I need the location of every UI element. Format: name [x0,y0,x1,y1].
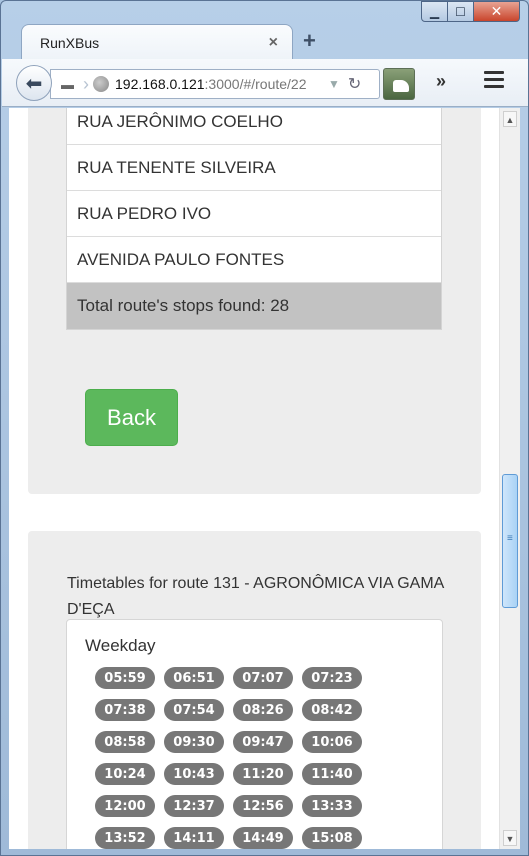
time-badge: 08:42 [302,699,362,721]
time-badge: 07:23 [302,667,362,689]
time-badge: 07:54 [164,699,224,721]
time-badge: 11:20 [233,763,293,785]
extension-icon[interactable] [383,68,415,100]
overflow-chevron-icon[interactable]: » [436,71,446,92]
time-badge: 13:52 [95,827,155,849]
back-page-button[interactable]: Back [85,389,178,446]
url-dropdown-icon[interactable]: ▼ [328,77,340,91]
globe-icon [93,76,109,92]
page-viewport: RUA JERÔNIMO COELHO RUA TENENTE SILVEIRA… [9,108,499,849]
time-badge: 10:06 [302,731,362,753]
maximize-button[interactable]: ☐ [448,1,474,22]
time-badge: 10:24 [95,763,155,785]
timetable-box: Weekday 05:59 06:51 07:07 07:23 07:38 07:54 08… [66,619,443,849]
stops-list: RUA JERÔNIMO COELHO RUA TENENTE SILVEIRA… [66,108,442,330]
url-text[interactable]: 192.168.0.121:3000/#/route/22 [115,76,320,92]
close-window-button[interactable]: ✕ [474,1,520,22]
vertical-scrollbar[interactable]: ▲ ▼ [499,108,520,849]
time-badge: 14:49 [233,827,293,849]
time-badge: 09:30 [164,731,224,753]
time-badge: 05:59 [95,667,155,689]
time-badge: 07:38 [95,699,155,721]
minimize-button[interactable]: ▁ [421,1,448,22]
back-button[interactable]: ⬅ [16,65,52,101]
reload-icon[interactable]: ↻ [348,74,361,94]
url-bar[interactable]: ▬ › 192.168.0.121:3000/#/route/22 ▼ ↻ [50,69,380,99]
time-badge: 12:56 [233,795,293,817]
time-badge: 15:08 [302,827,362,849]
time-badge: 12:37 [164,795,224,817]
stop-item: RUA PEDRO IVO [67,191,441,237]
time-badge: 13:33 [302,795,362,817]
scrollbar-thumb[interactable] [502,474,518,608]
window-controls: ▁ ☐ ✕ [421,1,520,23]
chevron-right-icon: › [83,73,89,94]
navigation-toolbar: ▬ › 192.168.0.121:3000/#/route/22 ▼ ↻ ⬅ … [2,59,528,107]
browser-tab[interactable]: RunXBus × [21,24,293,60]
page-icon: ▬ [61,76,74,92]
timetable-title: Timetables for route 131 - AGRONÔMICA VI… [67,575,444,618]
time-badge: 06:51 [164,667,224,689]
route-stops-panel: RUA JERÔNIMO COELHO RUA TENENTE SILVEIRA… [28,108,481,494]
time-badge: 08:58 [95,731,155,753]
stop-item: AVENIDA PAULO FONTES [67,237,441,283]
time-badge: 11:40 [302,763,362,785]
time-badge: 10:43 [164,763,224,785]
stop-item: RUA JERÔNIMO COELHO [67,108,441,145]
url-path: :3000/#/route/22 [204,76,307,92]
new-tab-button[interactable]: + [303,28,316,54]
stops-total: Total route's stops found: 28 [67,283,441,329]
timetable-day-label: Weekday [85,636,156,655]
time-badge: 07:07 [233,667,293,689]
time-badge: 08:26 [233,699,293,721]
time-badge: 09:47 [233,731,293,753]
scroll-down-arrow-icon[interactable]: ▼ [503,830,517,846]
back-arrow-icon: ⬅ [25,72,43,95]
tab-close-icon[interactable]: × [269,34,278,52]
time-badge: 14:11 [164,827,224,849]
stop-item: RUA TENENTE SILVEIRA [67,145,441,191]
timetable-grid: 05:59 06:51 07:07 07:23 07:38 07:54 08:26 08:42… [95,667,375,849]
scroll-up-arrow-icon[interactable]: ▲ [503,111,517,127]
browser-window: ▁ ☐ ✕ RunXBus × + ▬ › 192.168.0.121:3000… [0,0,529,856]
time-badge: 12:00 [95,795,155,817]
hamburger-menu-icon[interactable] [484,71,504,92]
url-host: 192.168.0.121 [115,76,205,92]
tab-title: RunXBus [40,34,100,51]
